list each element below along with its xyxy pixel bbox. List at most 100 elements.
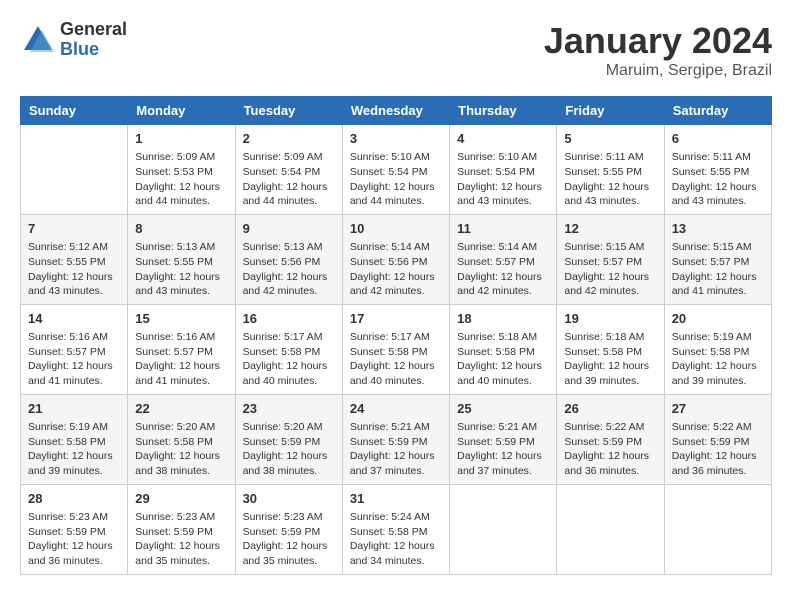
table-row <box>664 484 771 574</box>
day-number: 30 <box>243 490 335 508</box>
title-block: January 2024 Maruim, Sergipe, Brazil <box>544 20 772 80</box>
logo-text: General Blue <box>60 20 127 60</box>
day-number: 13 <box>672 220 764 238</box>
day-info: Sunrise: 5:12 AMSunset: 5:55 PMDaylight:… <box>28 240 120 299</box>
day-number: 14 <box>28 310 120 328</box>
table-row: 6 Sunrise: 5:11 AMSunset: 5:55 PMDaylight… <box>664 125 771 215</box>
day-number: 20 <box>672 310 764 328</box>
day-info: Sunrise: 5:09 AMSunset: 5:54 PMDaylight:… <box>243 150 335 209</box>
day-info: Sunrise: 5:15 AMSunset: 5:57 PMDaylight:… <box>672 240 764 299</box>
day-info: Sunrise: 5:23 AMSunset: 5:59 PMDaylight:… <box>243 510 335 569</box>
table-row: 13 Sunrise: 5:15 AMSunset: 5:57 PMDayligh… <box>664 214 771 304</box>
table-row: 12Sunrise: 5:15 AMSunset: 5:57 PMDayligh… <box>557 214 664 304</box>
calendar-week-row: 21 Sunrise: 5:19 AMSunset: 5:58 PMDayligh… <box>21 394 772 484</box>
day-info: Sunrise: 5:22 AMSunset: 5:59 PMDaylight:… <box>564 420 656 479</box>
day-number: 24 <box>350 400 442 418</box>
table-row: 27 Sunrise: 5:22 AMSunset: 5:59 PMDayligh… <box>664 394 771 484</box>
day-number: 10 <box>350 220 442 238</box>
table-row: 7 Sunrise: 5:12 AMSunset: 5:55 PMDaylight… <box>21 214 128 304</box>
table-row: 23 Sunrise: 5:20 AMSunset: 5:59 PMDayligh… <box>235 394 342 484</box>
day-info: Sunrise: 5:16 AMSunset: 5:57 PMDaylight:… <box>28 330 120 389</box>
table-row: 19Sunrise: 5:18 AMSunset: 5:58 PMDayligh… <box>557 304 664 394</box>
table-row: 31 Sunrise: 5:24 AMSunset: 5:58 PMDayligh… <box>342 484 449 574</box>
day-info: Sunrise: 5:15 AMSunset: 5:57 PMDaylight:… <box>564 240 656 299</box>
table-row: 3Sunrise: 5:10 AMSunset: 5:54 PMDaylight… <box>342 125 449 215</box>
day-number: 4 <box>457 130 549 148</box>
day-number: 28 <box>28 490 120 508</box>
day-number: 6 <box>672 130 764 148</box>
day-info: Sunrise: 5:24 AMSunset: 5:58 PMDaylight:… <box>350 510 442 569</box>
page-header: General Blue January 2024 Maruim, Sergip… <box>20 20 772 80</box>
day-number: 11 <box>457 220 549 238</box>
day-number: 5 <box>564 130 656 148</box>
logo-general-label: General <box>60 20 127 40</box>
table-row: 15 Sunrise: 5:16 AMSunset: 5:57 PMDayligh… <box>128 304 235 394</box>
table-row: 18 Sunrise: 5:18 AMSunset: 5:58 PMDayligh… <box>450 304 557 394</box>
day-number: 9 <box>243 220 335 238</box>
table-row: 11Sunrise: 5:14 AMSunset: 5:57 PMDayligh… <box>450 214 557 304</box>
table-row: 10 Sunrise: 5:14 AMSunset: 5:56 PMDayligh… <box>342 214 449 304</box>
day-number: 21 <box>28 400 120 418</box>
day-info: Sunrise: 5:17 AMSunset: 5:58 PMDaylight:… <box>243 330 335 389</box>
day-info: Sunrise: 5:22 AMSunset: 5:59 PMDaylight:… <box>672 420 764 479</box>
day-info: Sunrise: 5:20 AMSunset: 5:59 PMDaylight:… <box>243 420 335 479</box>
day-info: Sunrise: 5:13 AMSunset: 5:55 PMDaylight:… <box>135 240 227 299</box>
day-info: Sunrise: 5:10 AMSunset: 5:54 PMDaylight:… <box>350 150 442 209</box>
day-info: Sunrise: 5:21 AMSunset: 5:59 PMDaylight:… <box>350 420 442 479</box>
table-row: 2 Sunrise: 5:09 AMSunset: 5:54 PMDaylight… <box>235 125 342 215</box>
table-row <box>21 125 128 215</box>
calendar-week-row: 14 Sunrise: 5:16 AMSunset: 5:57 PMDayligh… <box>21 304 772 394</box>
table-row: 5 Sunrise: 5:11 AMSunset: 5:55 PMDaylight… <box>557 125 664 215</box>
col-friday: Friday <box>557 97 664 125</box>
calendar-week-row: 28 Sunrise: 5:23 AMSunset: 5:59 PMDayligh… <box>21 484 772 574</box>
day-info: Sunrise: 5:11 AMSunset: 5:55 PMDaylight:… <box>564 150 656 209</box>
day-info: Sunrise: 5:14 AMSunset: 5:56 PMDaylight:… <box>350 240 442 299</box>
calendar-table: Sunday Monday Tuesday Wednesday Thursday… <box>20 96 772 575</box>
day-number: 31 <box>350 490 442 508</box>
day-number: 25 <box>457 400 549 418</box>
day-info: Sunrise: 5:23 AMSunset: 5:59 PMDaylight:… <box>135 510 227 569</box>
table-row <box>557 484 664 574</box>
day-number: 26 <box>564 400 656 418</box>
col-monday: Monday <box>128 97 235 125</box>
day-number: 7 <box>28 220 120 238</box>
day-number: 23 <box>243 400 335 418</box>
calendar-week-row: 7 Sunrise: 5:12 AMSunset: 5:55 PMDaylight… <box>21 214 772 304</box>
day-number: 29 <box>135 490 227 508</box>
calendar-header-row: Sunday Monday Tuesday Wednesday Thursday… <box>21 97 772 125</box>
table-row: 9 Sunrise: 5:13 AMSunset: 5:56 PMDaylight… <box>235 214 342 304</box>
day-number: 18 <box>457 310 549 328</box>
day-info: Sunrise: 5:13 AMSunset: 5:56 PMDaylight:… <box>243 240 335 299</box>
table-row: 28 Sunrise: 5:23 AMSunset: 5:59 PMDayligh… <box>21 484 128 574</box>
day-info: Sunrise: 5:10 AMSunset: 5:54 PMDaylight:… <box>457 150 549 209</box>
day-info: Sunrise: 5:17 AMSunset: 5:58 PMDaylight:… <box>350 330 442 389</box>
day-number: 22 <box>135 400 227 418</box>
day-info: Sunrise: 5:16 AMSunset: 5:57 PMDaylight:… <box>135 330 227 389</box>
table-row: 29 Sunrise: 5:23 AMSunset: 5:59 PMDayligh… <box>128 484 235 574</box>
day-info: Sunrise: 5:11 AMSunset: 5:55 PMDaylight:… <box>672 150 764 209</box>
day-info: Sunrise: 5:21 AMSunset: 5:59 PMDaylight:… <box>457 420 549 479</box>
day-info: Sunrise: 5:19 AMSunset: 5:58 PMDaylight:… <box>28 420 120 479</box>
table-row: 22Sunrise: 5:20 AMSunset: 5:58 PMDayligh… <box>128 394 235 484</box>
table-row: 25 Sunrise: 5:21 AMSunset: 5:59 PMDayligh… <box>450 394 557 484</box>
col-tuesday: Tuesday <box>235 97 342 125</box>
day-info: Sunrise: 5:19 AMSunset: 5:58 PMDaylight:… <box>672 330 764 389</box>
table-row: 8 Sunrise: 5:13 AMSunset: 5:55 PMDaylight… <box>128 214 235 304</box>
day-number: 2 <box>243 130 335 148</box>
day-info: Sunrise: 5:23 AMSunset: 5:59 PMDaylight:… <box>28 510 120 569</box>
location-title: Maruim, Sergipe, Brazil <box>544 62 772 80</box>
table-row: 14 Sunrise: 5:16 AMSunset: 5:57 PMDayligh… <box>21 304 128 394</box>
day-number: 27 <box>672 400 764 418</box>
day-info: Sunrise: 5:18 AMSunset: 5:58 PMDaylight:… <box>457 330 549 389</box>
day-number: 15 <box>135 310 227 328</box>
col-sunday: Sunday <box>21 97 128 125</box>
table-row: 1Sunrise: 5:09 AMSunset: 5:53 PMDaylight… <box>128 125 235 215</box>
col-thursday: Thursday <box>450 97 557 125</box>
table-row: 4 Sunrise: 5:10 AMSunset: 5:54 PMDaylight… <box>450 125 557 215</box>
table-row: 16Sunrise: 5:17 AMSunset: 5:58 PMDayligh… <box>235 304 342 394</box>
calendar-week-row: 1Sunrise: 5:09 AMSunset: 5:53 PMDaylight… <box>21 125 772 215</box>
table-row: 30 Sunrise: 5:23 AMSunset: 5:59 PMDayligh… <box>235 484 342 574</box>
day-number: 1 <box>135 130 227 148</box>
table-row: 20 Sunrise: 5:19 AMSunset: 5:58 PMDayligh… <box>664 304 771 394</box>
day-number: 8 <box>135 220 227 238</box>
